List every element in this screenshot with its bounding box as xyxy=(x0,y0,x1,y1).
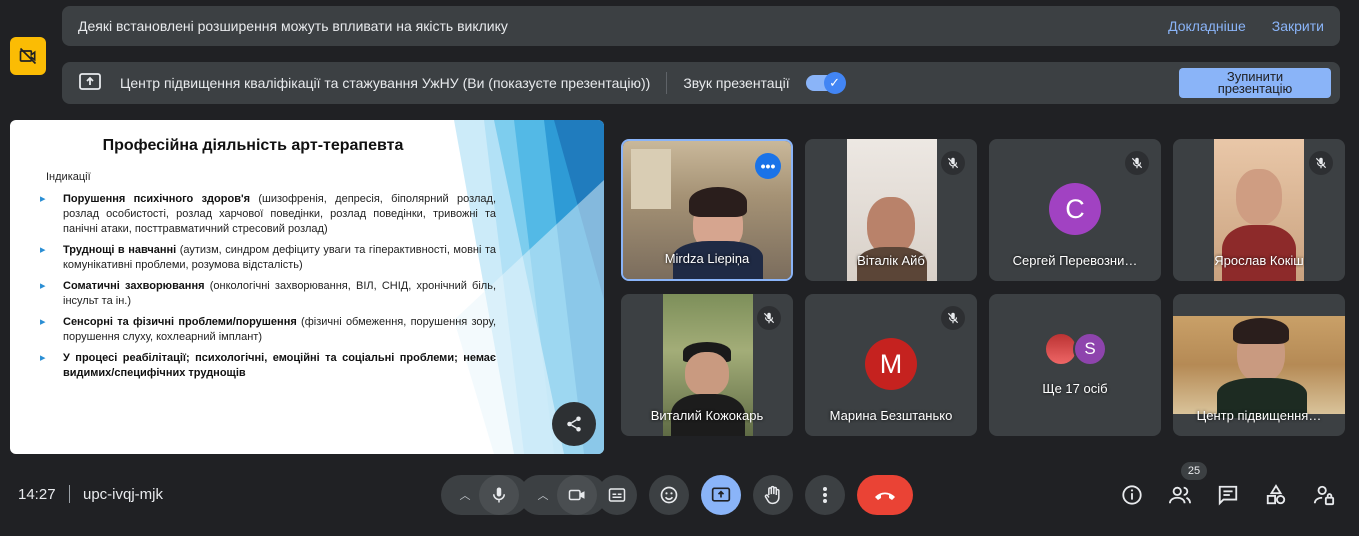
raise-hand-button[interactable] xyxy=(753,475,793,515)
participant-name: Сергей Перевозни… xyxy=(1012,253,1138,268)
extension-banner: Деякі встановлені розширення можуть впли… xyxy=(62,6,1340,46)
avatar: M xyxy=(865,338,917,390)
avatar: S xyxy=(1073,332,1107,366)
mic-off-icon xyxy=(757,306,781,330)
leave-call-button[interactable] xyxy=(857,475,913,515)
present-screen-icon xyxy=(711,487,731,502)
others-tile[interactable]: S Ще 17 осіб xyxy=(989,294,1161,436)
list-item: Труднощі в навчанні (аутизм, синдром деф… xyxy=(40,243,496,273)
avatar: С xyxy=(1049,183,1101,235)
people-icon xyxy=(1169,486,1191,504)
more-vert-icon xyxy=(823,487,827,503)
reactions-button[interactable] xyxy=(649,475,689,515)
participant-video xyxy=(1173,316,1345,418)
more-options-button[interactable] xyxy=(805,475,845,515)
microphone-icon xyxy=(493,487,505,503)
close-banner-link[interactable]: Закрити xyxy=(1272,18,1324,34)
camera-button[interactable] xyxy=(557,475,597,515)
meeting-code: upc-ivqj-mjk xyxy=(83,486,164,503)
list-item: Сенсорні та фізичні проблеми/порушення (… xyxy=(40,315,496,345)
chevron-up-icon[interactable]: ︿ xyxy=(451,487,479,503)
participant-name: Mirdza Liepiņa xyxy=(664,251,750,266)
bottom-bar: 14:27 upc-ivqj-mjk ︿ ︿ xyxy=(0,470,1359,520)
camera-control: ︿ xyxy=(519,475,607,515)
item-bold: Сенсорні та фізичні проблеми/порушення xyxy=(63,316,297,328)
item-bold: У процесі реабілітації; психологічні, ем… xyxy=(63,352,496,379)
microphone-button[interactable] xyxy=(479,475,519,515)
activities-icon xyxy=(1266,484,1286,505)
emoji-icon xyxy=(660,486,678,504)
slide-subhead: Індикації xyxy=(46,171,91,183)
mic-off-icon xyxy=(941,151,965,175)
list-item: У процесі реабілітації; психологічні, ем… xyxy=(40,351,496,381)
present-screen-icon xyxy=(78,72,102,95)
info-icon xyxy=(1122,485,1142,505)
meeting-time: 14:27 xyxy=(18,486,56,503)
participant-tile[interactable]: Виталий Кожокарь xyxy=(621,294,793,436)
participant-tile[interactable]: ••• Mirdza Liepiņa xyxy=(621,139,793,281)
divider xyxy=(666,72,668,94)
participant-name: Ярослав Кокіш xyxy=(1214,253,1304,268)
extension-warning-icon[interactable] xyxy=(10,37,46,75)
item-bold: Порушення психічного здоров'я xyxy=(63,193,250,205)
hand-icon xyxy=(764,485,780,505)
divider xyxy=(69,485,70,503)
people-count-badge: 25 xyxy=(1181,462,1207,480)
list-item: Порушення психічного здоров'я (шизофрені… xyxy=(40,192,496,237)
item-bold: Соматичні захворювання xyxy=(63,280,205,292)
hang-up-icon xyxy=(875,492,895,500)
present-button[interactable] xyxy=(701,475,741,515)
presentation-title: Центр підвищення кваліфікації та стажува… xyxy=(120,75,651,91)
mic-off-icon xyxy=(941,306,965,330)
item-bold: Труднощі в навчанні xyxy=(63,244,177,256)
participant-tile[interactable]: M Марина Безштанько xyxy=(805,294,977,436)
people-button[interactable] xyxy=(1167,482,1193,508)
share-button[interactable] xyxy=(552,402,596,446)
presentation-bar: Центр підвищення кваліфікації та стажува… xyxy=(62,62,1340,104)
list-item: Соматичні захворювання (онкологічні захв… xyxy=(40,279,496,309)
participant-tile[interactable]: Віталік Айб xyxy=(805,139,977,281)
mic-off-icon xyxy=(1125,151,1149,175)
banner-message: Деякі встановлені розширення можуть впли… xyxy=(78,18,508,34)
more-options-icon[interactable]: ••• xyxy=(755,153,781,179)
host-controls-button[interactable] xyxy=(1311,482,1337,508)
presentation-audio-label: Звук презентації xyxy=(683,75,790,91)
mic-off-icon xyxy=(1309,151,1333,175)
participant-name: Виталий Кожокарь xyxy=(650,408,764,423)
chat-icon xyxy=(1218,485,1238,506)
microphone-control: ︿ xyxy=(441,475,529,515)
presentation-audio-toggle[interactable]: ✓ xyxy=(805,72,846,94)
presentation-slide: Професійна діяльність арт-терапевта Інди… xyxy=(10,120,604,454)
participant-name: Центр підвищення… xyxy=(1196,408,1322,423)
participant-tile[interactable]: Центр підвищення… xyxy=(1173,294,1345,436)
participant-name: Віталік Айб xyxy=(857,253,925,268)
slide-title: Професійна діяльність арт-терапевта xyxy=(102,137,404,154)
participant-tile[interactable]: С Сергей Перевозни… xyxy=(989,139,1161,281)
participant-tile[interactable]: Ярослав Кокіш xyxy=(1173,139,1345,281)
chevron-up-icon[interactable]: ︿ xyxy=(529,487,557,503)
share-icon xyxy=(567,416,581,432)
participant-name: Марина Безштанько xyxy=(829,408,953,423)
stop-presenting-button[interactable]: Зупинити презентацію xyxy=(1179,68,1331,98)
learn-more-link[interactable]: Докладніше xyxy=(1168,18,1246,34)
slide-list: Порушення психічного здоров'я (шизофрені… xyxy=(40,192,496,387)
meeting-details-button[interactable] xyxy=(1119,482,1145,508)
check-icon: ✓ xyxy=(823,72,846,94)
lock-person-icon xyxy=(1313,485,1335,506)
camera-icon xyxy=(568,489,585,501)
captions-button[interactable] xyxy=(597,475,637,515)
captions-icon xyxy=(608,488,626,502)
chat-button[interactable] xyxy=(1215,482,1241,508)
activities-button[interactable] xyxy=(1263,482,1289,508)
others-count: Ще 17 осіб xyxy=(1042,381,1108,396)
